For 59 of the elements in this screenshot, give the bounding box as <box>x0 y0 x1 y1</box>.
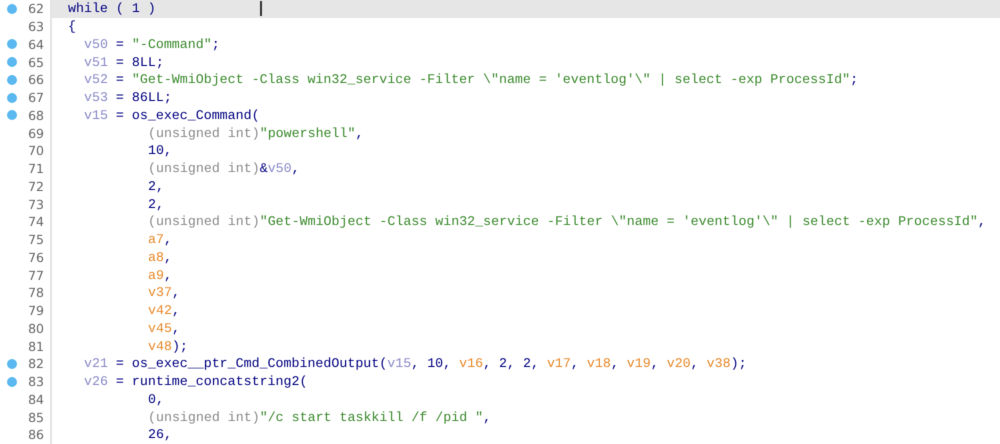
code-line: v21 = os_exec__ptr_Cmd_CombinedOutput(v15, 10, v16, 2, 2, v17, v18, v19, v20, v38); <box>84 356 747 372</box>
line-number: 67 <box>28 90 44 106</box>
code-line: v52 = "Get-WmiObject -Class win32_service -Filter \"name = 'eventlog'\" | select -exp ProcessId"; <box>84 72 858 88</box>
breakpoint-icon[interactable] <box>7 110 17 120</box>
code-line: 2, <box>148 196 164 212</box>
line-number: 83 <box>28 374 44 390</box>
line-number: 86 <box>28 427 44 442</box>
line-number: 70 <box>28 143 44 158</box>
code-line: (unsigned int)"Get-WmiObject -Class win32_service -Filter \"name = 'eventlog'\" | select -exp ProcessId", <box>148 214 986 230</box>
code-line: v37, <box>148 285 180 300</box>
code-line: 10, <box>148 143 172 158</box>
line-number: 77 <box>28 268 44 283</box>
code-line: a7, <box>148 232 172 248</box>
code-line: 2, <box>148 178 164 194</box>
breakpoint-icon[interactable] <box>7 376 17 387</box>
line-number: 72 <box>28 178 44 194</box>
breakpoint-icon[interactable] <box>7 74 17 85</box>
line-number: 65 <box>28 54 44 70</box>
text-cursor <box>260 1 262 16</box>
line-number: 85 <box>28 410 44 425</box>
code-line: 26, <box>148 427 172 442</box>
line-number: 74 <box>28 214 44 230</box>
line-number: 69 <box>28 126 44 141</box>
breakpoint-icon[interactable] <box>7 57 17 68</box>
code-line: v51 = 8LL; <box>84 54 164 70</box>
code-line: v53 = 86LL; <box>84 90 172 106</box>
line-number: 64 <box>28 36 44 52</box>
line-number: 81 <box>28 338 44 354</box>
code-line: v15 = os_exec_Command( <box>84 108 260 123</box>
line-number: 75 <box>28 232 44 248</box>
code-line: { <box>68 19 76 34</box>
breakpoint-icon[interactable] <box>7 4 17 14</box>
code-line: while ( 1 ) <box>68 1 156 16</box>
code-line: (unsigned int)"/c start taskkill /f /pid ", <box>148 410 492 425</box>
code-line: (unsigned int)"powershell", <box>148 126 364 141</box>
breakpoint-icon[interactable] <box>7 39 17 50</box>
line-number: 68 <box>28 108 44 123</box>
code-line: v50 = "-Command"; <box>84 36 220 52</box>
line-number: 71 <box>28 161 44 176</box>
breakpoint-icon[interactable] <box>7 92 17 103</box>
code-line: v45, <box>148 320 180 336</box>
line-number: 62 <box>28 1 44 16</box>
code-line: a8, <box>148 250 172 265</box>
line-number: 82 <box>28 356 44 372</box>
line-number: 63 <box>28 19 44 34</box>
code-line: v42, <box>148 303 180 318</box>
line-number: 80 <box>28 320 44 336</box>
line-number: 66 <box>28 72 44 88</box>
line-number: 78 <box>28 285 44 300</box>
breakpoint-icon[interactable] <box>7 358 17 369</box>
line-number: 84 <box>28 392 44 407</box>
code-line: v48); <box>148 338 188 354</box>
code-line: a9, <box>148 268 172 283</box>
line-number: 73 <box>28 196 44 212</box>
line-number: 79 <box>28 303 44 318</box>
code-line: 0, <box>148 392 164 407</box>
code-line: v26 = runtime_concatstring2( <box>84 374 308 390</box>
line-number: 76 <box>28 250 44 265</box>
code-line: (unsigned int)&v50, <box>148 161 300 176</box>
